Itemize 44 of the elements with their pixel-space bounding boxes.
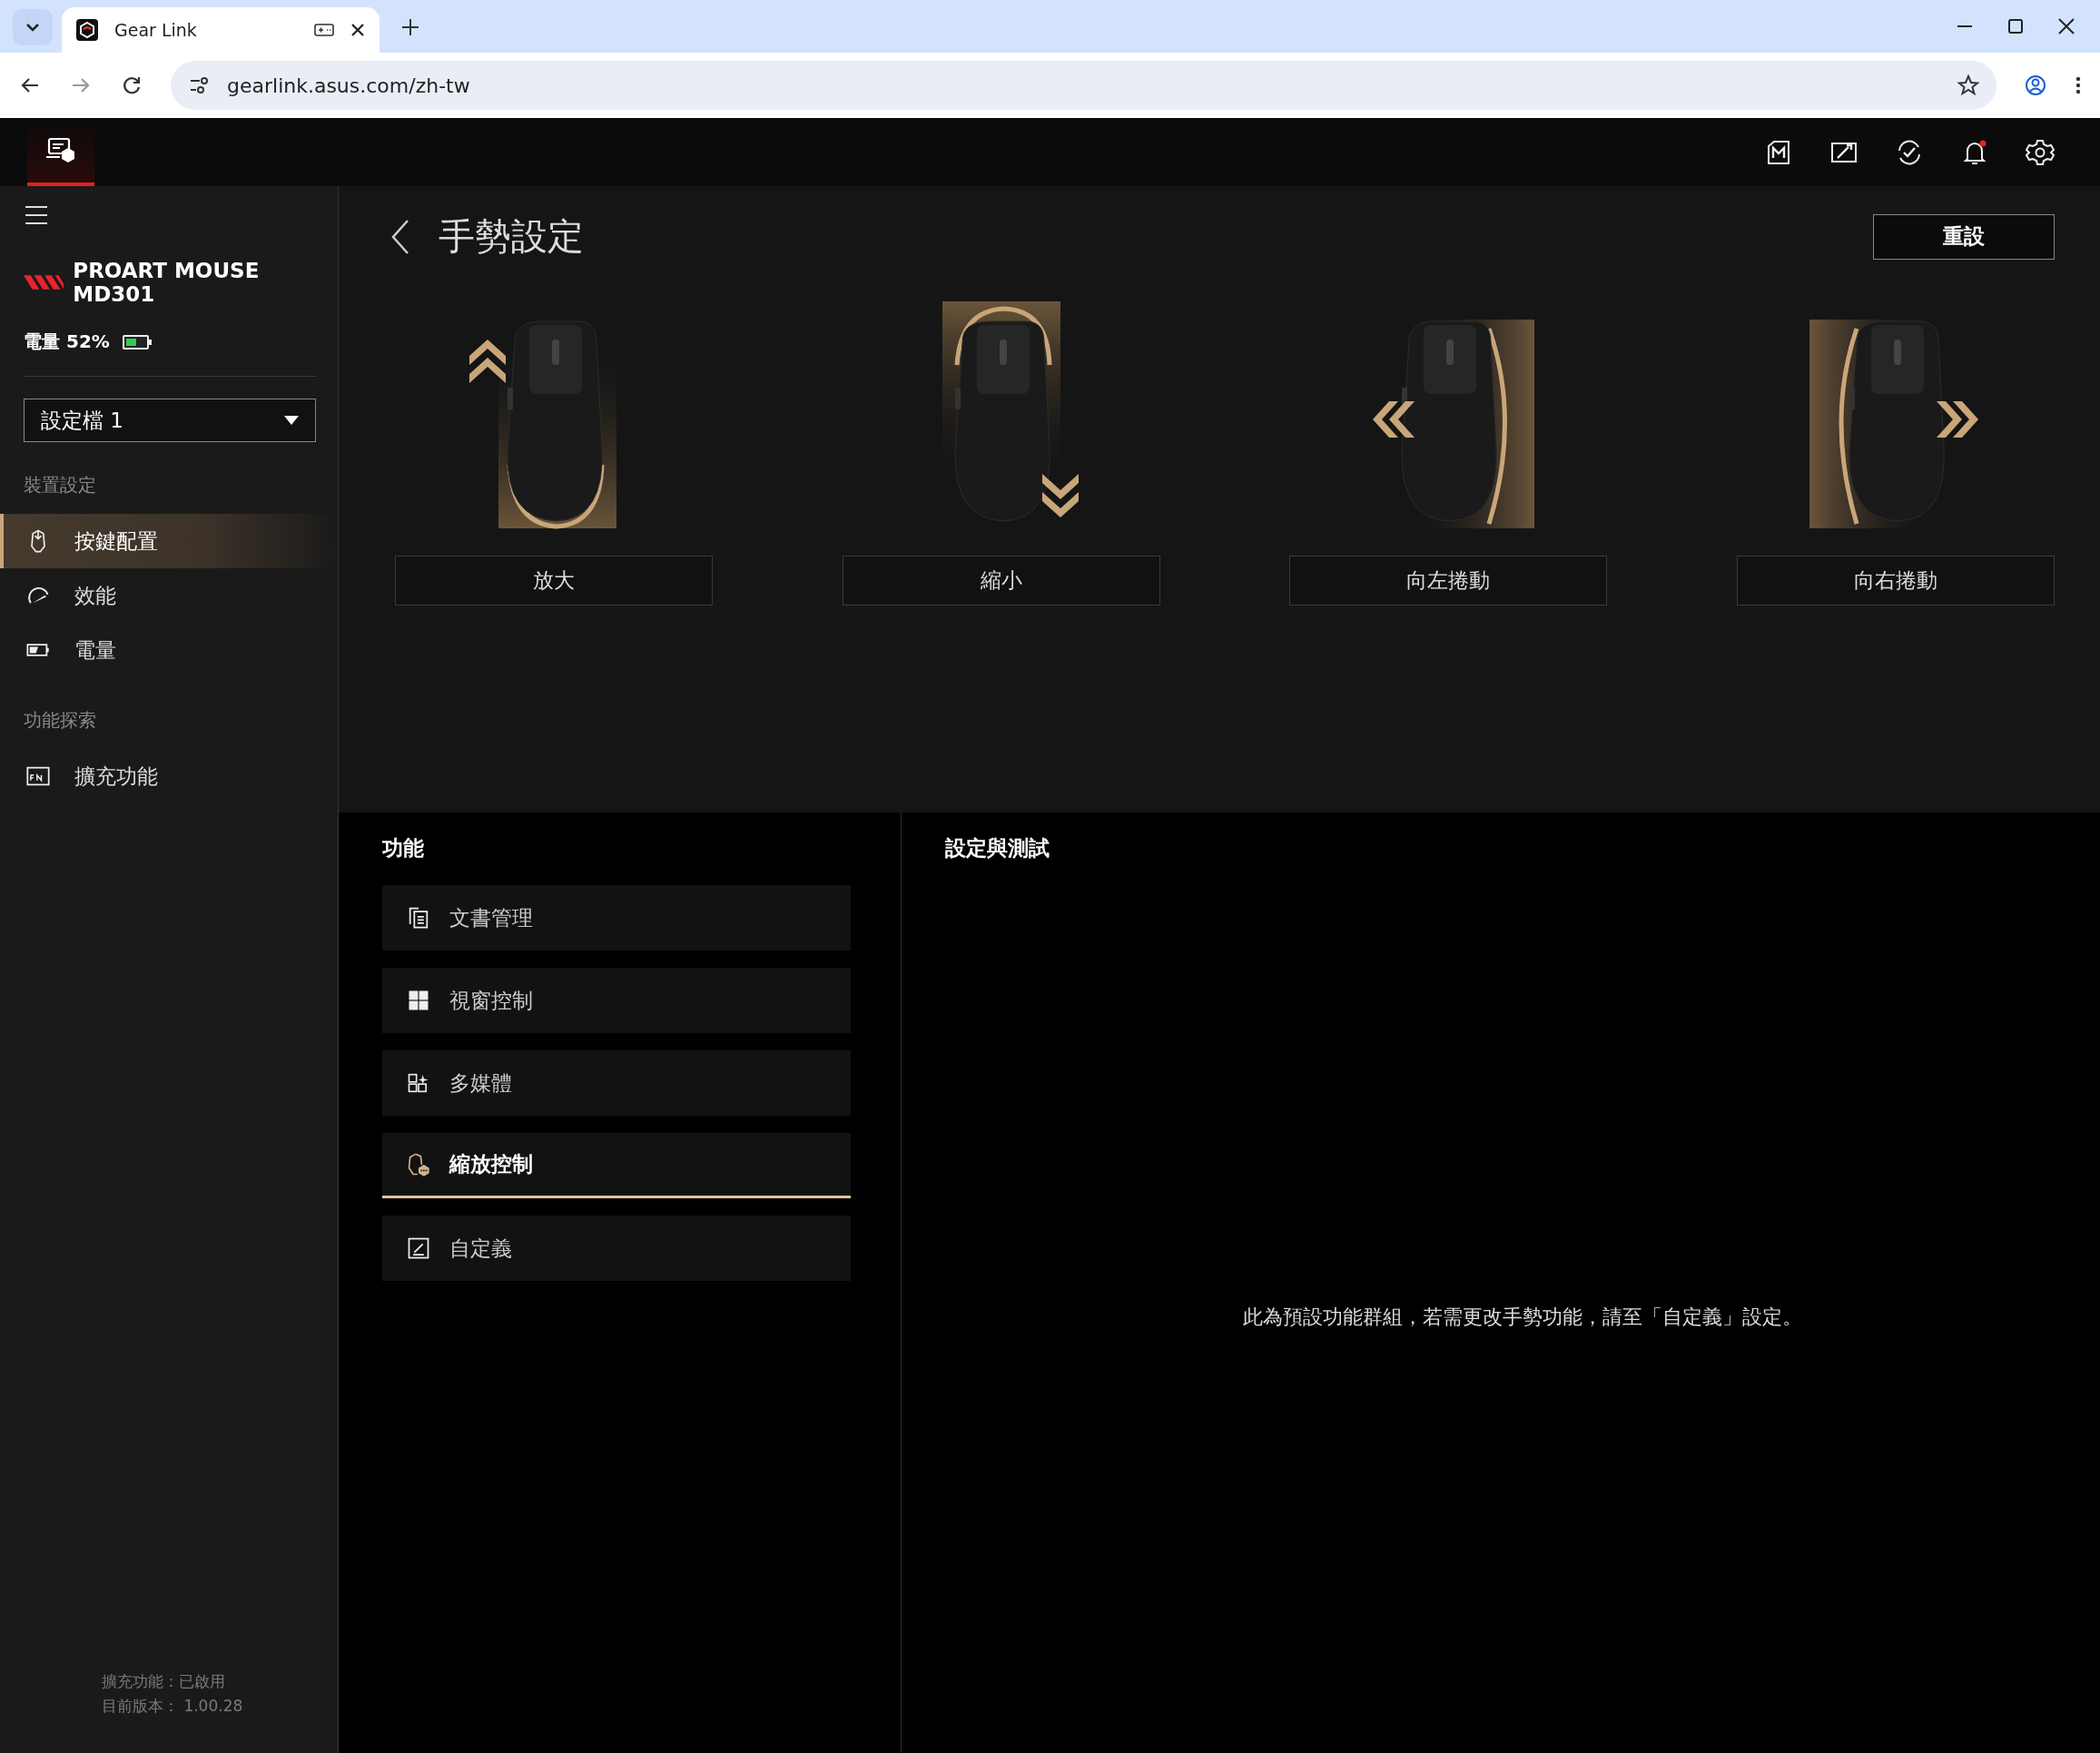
device-chat-icon	[45, 136, 76, 164]
caret-icon	[284, 416, 299, 425]
nav-item[interactable]: 電量	[0, 623, 338, 677]
close-icon[interactable]	[350, 23, 365, 37]
gamepad-icon	[314, 23, 334, 37]
star-icon[interactable]	[1957, 74, 1980, 97]
new-tab-icon[interactable]	[401, 18, 419, 36]
caret-icon	[25, 23, 40, 32]
url-text: gearlink.asus.com/zh-tw	[227, 74, 471, 97]
gesture-button[interactable]: 放大	[395, 556, 713, 606]
browser-tab[interactable]: Gear Link	[62, 7, 380, 53]
settings-icon[interactable]	[2026, 137, 2055, 167]
address-bar[interactable]: gearlink.asus.com/zh-tw	[171, 61, 1996, 110]
section-title: 裝置設定	[24, 473, 97, 497]
function-item[interactable]: 文書管理	[382, 885, 851, 950]
page-title: 手勢設定	[439, 214, 584, 259]
section-title: 功能	[382, 835, 425, 862]
app-logo-icon	[76, 19, 98, 41]
gesture-button[interactable]: 縮小	[842, 556, 1160, 606]
menu-icon[interactable]	[24, 204, 49, 226]
battery-icon	[122, 334, 152, 350]
device-name: PROART MOUSE MD301	[73, 259, 261, 306]
function-item[interactable]: 多媒體	[382, 1050, 851, 1116]
function-item[interactable]: 視窗控制	[382, 968, 851, 1033]
function-item[interactable]: 縮放控制	[382, 1133, 851, 1198]
gesture-button[interactable]: 向左捲動	[1289, 556, 1608, 606]
edit-icon	[406, 1236, 431, 1261]
mouse-badge-icon	[406, 1151, 431, 1177]
nav-item[interactable]: 效能	[0, 568, 338, 623]
profile-icon[interactable]	[2024, 74, 2047, 97]
reset-button[interactable]: 重設	[1873, 213, 2055, 260]
nav-item[interactable]: 擴充功能	[0, 749, 338, 803]
info-message: 此為預設功能群組，若需更改手勢功能，請至「自定義」設定。	[1243, 1305, 1802, 1330]
gesture-button[interactable]: 向右捲動	[1736, 556, 2055, 606]
tab-search-button[interactable]	[13, 9, 53, 45]
status-text: 目前版本： 1.00.28	[102, 1696, 244, 1717]
section-title: 功能探索	[24, 708, 97, 733]
function-item[interactable]: 自定義	[382, 1216, 851, 1281]
tab-title: Gear Link	[114, 20, 198, 40]
status-text: 擴充功能：已啟用	[102, 1671, 226, 1692]
section-title: 設定與測試	[945, 835, 1050, 862]
profile-dropdown[interactable]: 設定檔 1	[24, 399, 316, 442]
battery-level-text: 電量 52%	[24, 330, 110, 354]
stripes-logo-icon	[24, 275, 64, 290]
